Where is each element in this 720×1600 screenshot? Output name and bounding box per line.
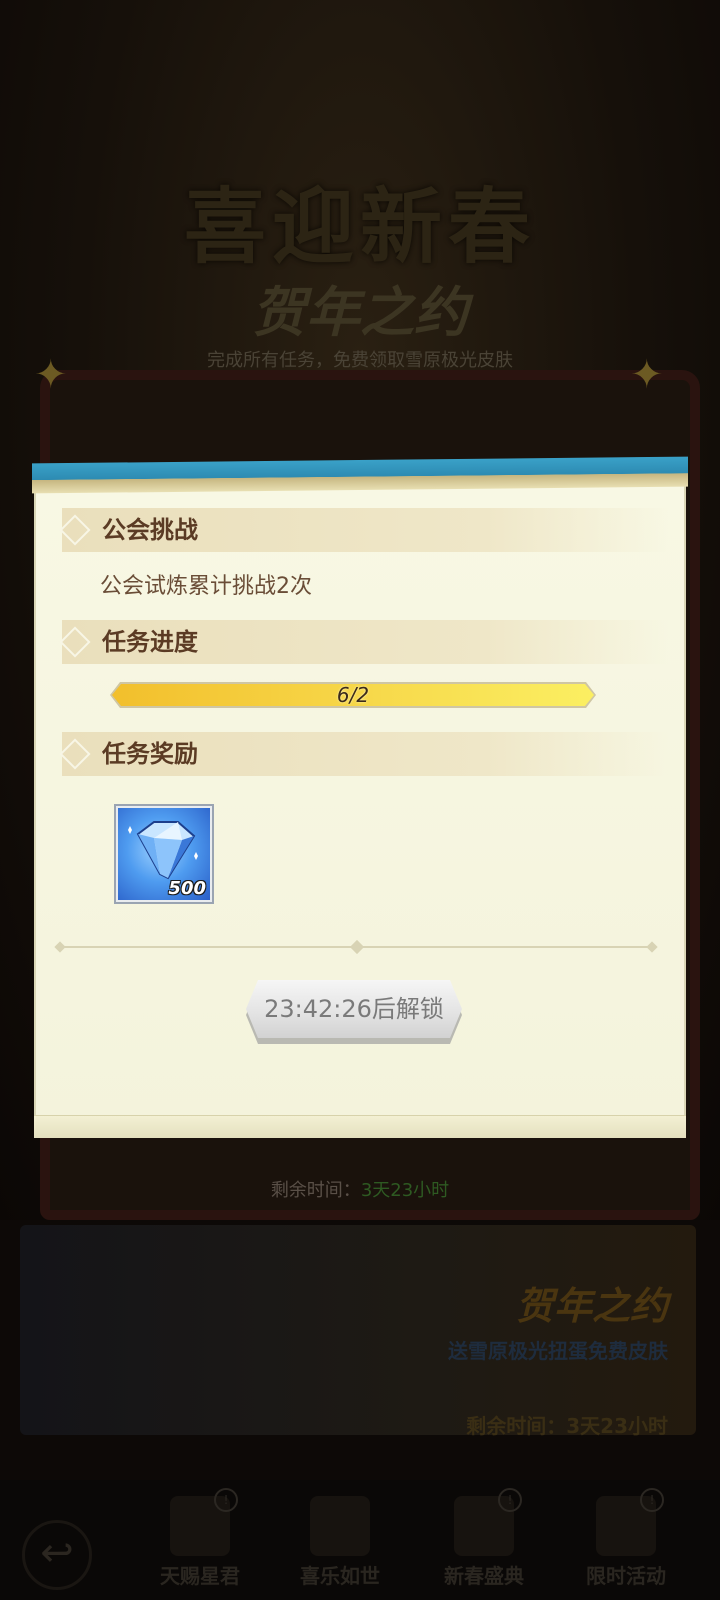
remaining-time-label: 剩余时间： <box>270 1180 361 1201</box>
nav-item-city[interactable]: 喜乐如世 <box>280 1496 400 1589</box>
dialog-top-border <box>32 456 688 494</box>
task-title: 公会挑战 <box>102 516 198 544</box>
event-description: 完成所有任务，免费领取雪原极光皮肤 <box>207 350 513 371</box>
diamond-ornament-icon <box>59 626 91 658</box>
notification-badge: ! <box>498 1488 522 1512</box>
city-icon <box>310 1496 370 1556</box>
dialog-bottom-edge <box>34 1115 686 1138</box>
nav-item-celebration[interactable]: ! 新春盛典 <box>424 1488 544 1589</box>
unlock-button[interactable]: 23:42:26后解锁 <box>246 980 462 1038</box>
remaining-time: 剩余时间：3天23小时 <box>0 1176 720 1202</box>
nav-item-label: 新春盛典 <box>444 1564 524 1588</box>
progress-title: 任务进度 <box>102 628 198 656</box>
notification-badge: ! <box>640 1488 664 1512</box>
progress-text: 6/2 <box>336 683 370 707</box>
reward-title: 任务奖励 <box>102 740 198 768</box>
diamond-ornament-icon <box>59 514 91 546</box>
nav-item-label: 限时活动 <box>586 1564 666 1588</box>
event-banner[interactable] <box>20 1225 696 1435</box>
task-description: 公会试炼累计挑战2次 <box>100 574 312 599</box>
nav-item-label: 喜乐如世 <box>300 1564 380 1588</box>
diamond-ornament-icon <box>59 738 91 770</box>
reward-item-diamond[interactable]: 500 <box>116 806 212 902</box>
nav-item-star-lord[interactable]: ! 天赐星君 <box>140 1488 260 1589</box>
event-subtitle: 贺年之约 <box>252 281 468 344</box>
sparkle-icon: ✦ <box>630 352 664 398</box>
task-progress-bar: 6/2 <box>110 682 596 708</box>
notification-badge: ! <box>214 1488 238 1512</box>
banner-title: 贺年之约 <box>515 1284 668 1328</box>
banner-description: 送雪原极光扭蛋免费皮肤 <box>448 1339 668 1363</box>
divider <box>54 939 658 955</box>
reward-quantity: 500 <box>168 878 206 899</box>
nav-item-limited-event[interactable]: ! 限时活动 <box>566 1488 686 1589</box>
task-detail-dialog: 公会挑战 公会试炼累计挑战2次 任务进度 6/2 任务奖励 500 23:42:… <box>32 456 688 1138</box>
remaining-time-value: 3天23小时 <box>360 1180 450 1201</box>
sparkle-icon: ✦ <box>34 352 68 398</box>
banner-time: 剩余时间：3天23小时 <box>466 1414 668 1438</box>
nav-item-label: 天赐星君 <box>160 1564 240 1588</box>
event-title: 喜迎新春 <box>183 180 536 275</box>
back-arrow-icon: ↩ <box>40 1530 74 1576</box>
back-button[interactable]: ↩ <box>22 1520 92 1590</box>
